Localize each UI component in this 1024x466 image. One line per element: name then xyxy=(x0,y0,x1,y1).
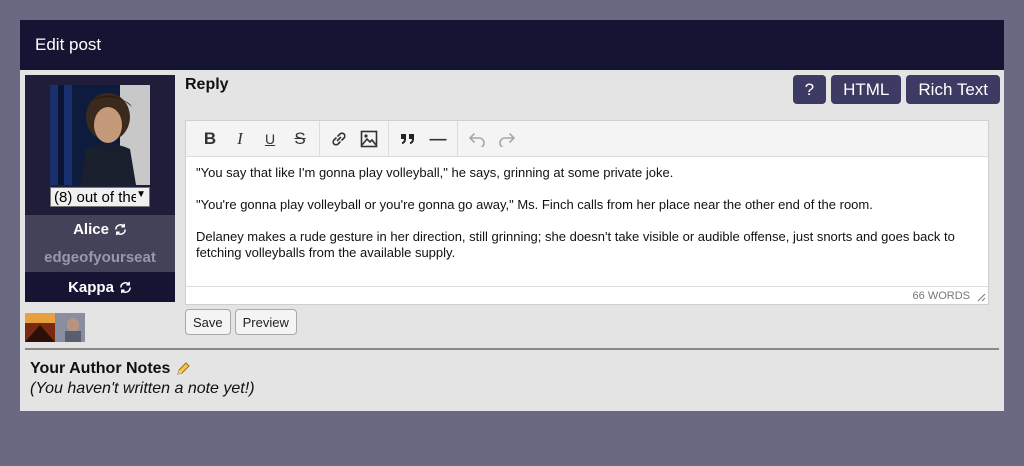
editor-statusbar: 66 WORDS xyxy=(186,286,988,304)
paragraph: "You're gonna play volleyball or you're … xyxy=(196,197,873,212)
avatar xyxy=(50,85,150,185)
edit-post-panel: Edit post (8) out of the ▼ Alice edgeofy… xyxy=(20,20,1004,411)
link-icon[interactable] xyxy=(324,124,354,154)
editor-mode-buttons: ? HTML Rich Text xyxy=(792,75,1000,104)
rich-text-mode-button[interactable]: Rich Text xyxy=(906,75,1000,104)
thumbnail-image[interactable] xyxy=(55,313,85,342)
editor-toolbar: B I U S — xyxy=(186,120,988,157)
author-notes-text: (You haven't written a note yet!) xyxy=(30,380,255,397)
thumbnail-image[interactable] xyxy=(25,313,55,342)
chevron-down-icon: ▼ xyxy=(136,189,146,200)
preview-button[interactable]: Preview xyxy=(234,309,297,335)
word-count: 66 WORDS xyxy=(912,289,970,302)
post-actions: Save Preview xyxy=(185,309,297,335)
resize-handle-icon[interactable] xyxy=(977,293,986,302)
editor-content[interactable]: "You say that like I'm gonna play volley… xyxy=(186,157,988,269)
blockquote-icon[interactable] xyxy=(393,124,423,154)
sync-icon[interactable] xyxy=(119,281,132,294)
character-kappa[interactable]: Kappa xyxy=(25,272,175,302)
help-button[interactable]: ? xyxy=(792,75,827,104)
pencil-icon[interactable] xyxy=(175,361,191,377)
character-thumbnails xyxy=(25,313,85,342)
reply-label: Reply xyxy=(185,76,229,93)
rich-text-editor: B I U S — "You say that like I'm gonna p… xyxy=(185,120,989,305)
save-button[interactable]: Save xyxy=(185,309,231,335)
redo-icon[interactable] xyxy=(492,124,522,154)
paragraph: "You say that like I'm gonna play volley… xyxy=(196,165,674,180)
italic-button[interactable]: I xyxy=(225,124,255,154)
character-edgeofyourseat[interactable]: edgeofyourseat xyxy=(25,243,175,272)
horizontal-rule-button[interactable]: — xyxy=(423,124,453,154)
page-title: Edit post xyxy=(35,35,102,54)
sync-icon[interactable] xyxy=(114,223,127,236)
paragraph: Delaney makes a rude gesture in her dire… xyxy=(196,229,955,260)
html-mode-button[interactable]: HTML xyxy=(831,75,902,104)
character-alice[interactable]: Alice xyxy=(25,215,175,243)
post-select[interactable]: (8) out of the ▼ xyxy=(50,187,150,207)
underline-button[interactable]: U xyxy=(255,124,285,154)
panel-header: Edit post xyxy=(20,20,1004,70)
divider xyxy=(25,348,999,350)
character-sidebar: (8) out of the ▼ Alice edgeofyourseat Ka… xyxy=(25,75,175,302)
image-icon[interactable] xyxy=(354,124,384,154)
strikethrough-button[interactable]: S xyxy=(285,124,315,154)
bold-button[interactable]: B xyxy=(195,124,225,154)
author-notes-heading: Your Author Notes xyxy=(30,360,191,378)
undo-icon[interactable] xyxy=(462,124,492,154)
